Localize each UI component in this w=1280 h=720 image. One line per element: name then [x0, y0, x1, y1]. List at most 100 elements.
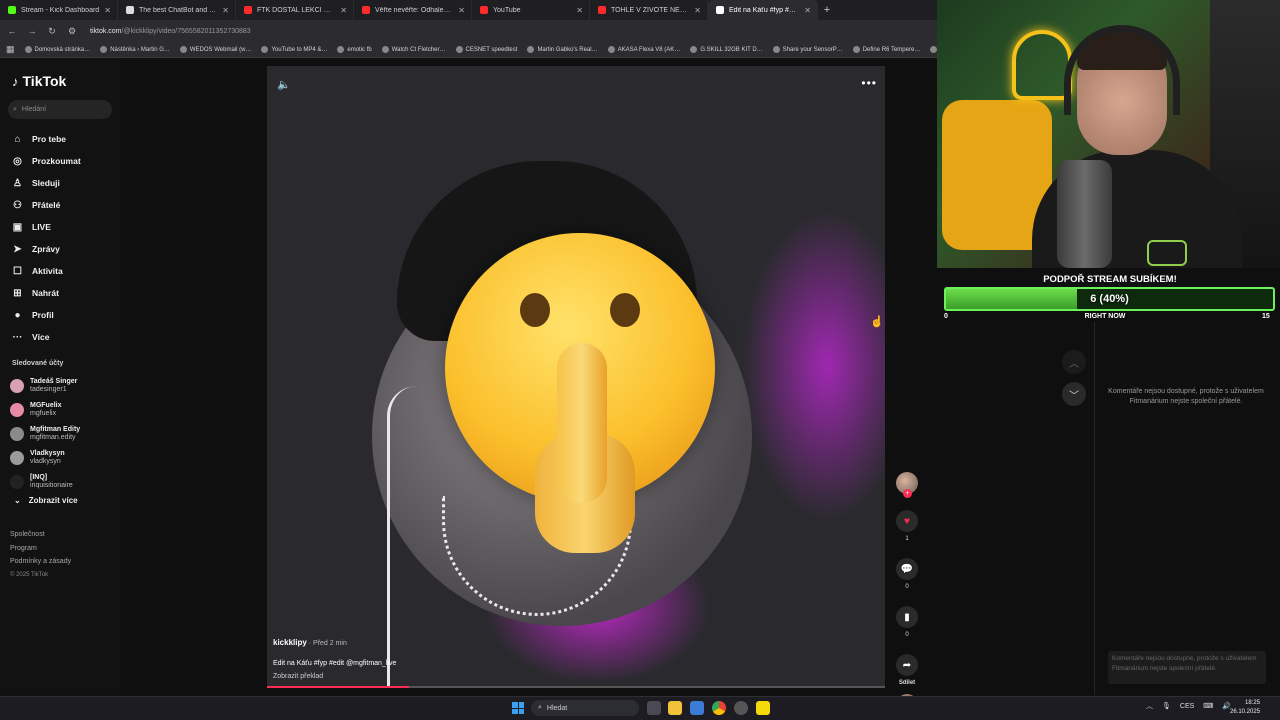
- chrome-icon[interactable]: [712, 701, 726, 715]
- more-options-icon[interactable]: •••: [861, 76, 877, 90]
- site-info-icon[interactable]: ⚙: [66, 26, 78, 37]
- bookmark-item[interactable]: Domovská stránka…: [24, 46, 90, 53]
- footer-link-company[interactable]: Společnost: [10, 528, 71, 542]
- followed-account[interactable]: Vladkysyn vladkysyn: [10, 446, 80, 470]
- taskbar-clock[interactable]: 18:25 26.10.2025: [1230, 699, 1260, 717]
- tab-favicon-icon: [362, 6, 370, 14]
- account-name: [INQ]: [30, 474, 48, 481]
- bookmark-item[interactable]: Define R6 Tempere…: [852, 46, 920, 53]
- webcam-neon-sign: [1012, 30, 1072, 100]
- browser-tab[interactable]: FTK DOSTAL LEKCI 😂 - YouTube ✕: [236, 0, 354, 20]
- activity-icon: ☐: [13, 265, 22, 277]
- bookmark-item[interactable]: G.SKILL 32GB KIT D…: [690, 46, 763, 53]
- emoji-finger: [557, 343, 607, 503]
- close-tab-icon[interactable]: ✕: [340, 6, 347, 15]
- browser-tab[interactable]: Věřte nevěřte: Odhalení největ… ✕: [354, 0, 472, 20]
- translate-link[interactable]: Zobrazit překlad: [273, 673, 396, 680]
- nav-item-activity[interactable]: ☐ Aktivita: [12, 260, 81, 282]
- tab-title: Edit na Káťu #fyp #edit @: [729, 6, 800, 14]
- search-input[interactable]: ⌕ Hledání: [8, 100, 112, 119]
- bookmark-item[interactable]: WEDOS Webmail (w…: [179, 46, 251, 53]
- show-more-accounts-button[interactable]: ⌄ Zobrazit více: [14, 496, 78, 505]
- followed-account[interactable]: Mgfitman Edity mgfitman.edity: [10, 422, 80, 446]
- close-tab-icon[interactable]: ✕: [222, 6, 229, 15]
- heart-icon[interactable]: ♥: [896, 510, 918, 532]
- nav-item-friends[interactable]: ⚇ Přátelé: [12, 194, 81, 216]
- bookmark-item[interactable]: Watch Ct Fletcher…: [381, 46, 446, 53]
- browser-tab[interactable]: TOHLE V ŽIVOTĚ NEČEKALI - Vi… ✕: [590, 0, 708, 20]
- bookmark-favicon-icon: [852, 46, 860, 53]
- tiktok-logo[interactable]: ♪ TikTok: [12, 73, 66, 89]
- nav-item-messages[interactable]: ➤ Zprávy: [12, 238, 81, 260]
- browser-tab[interactable]: YouTube ✕: [472, 0, 590, 20]
- next-video-button[interactable]: ﹀: [1062, 382, 1086, 406]
- bookmark-item[interactable]: YouTube to MP4 &…: [261, 46, 327, 53]
- bookmark-item[interactable]: emotic fb: [337, 46, 372, 53]
- action-rail: + ♥ 1 💬 0 ▮ 0 ➦ Sdílet: [894, 472, 920, 716]
- followed-account[interactable]: Tadeáš Singer tadesinger1: [10, 374, 80, 398]
- apps-grid-icon[interactable]: ▦: [6, 44, 15, 55]
- back-icon[interactable]: ←: [6, 26, 18, 36]
- nav-item-compass[interactable]: ◎ Prozkoumat: [12, 150, 81, 172]
- bookmark-item[interactable]: AKASA Flexa V8 (AK…: [607, 46, 680, 53]
- footer-link-program[interactable]: Program: [10, 542, 71, 556]
- nav-item-more[interactable]: ··· Více: [12, 326, 81, 348]
- language-indicator[interactable]: CES: [1180, 703, 1194, 710]
- volume-icon[interactable]: 🔈: [277, 78, 291, 91]
- bookmark-item[interactable]: Nástěnka ‹ Martin G…: [100, 46, 170, 53]
- bookmark-item[interactable]: Share your SensorP…: [772, 46, 843, 53]
- browser-tab[interactable]: Edit na Káťu #fyp #edit @ ✕: [708, 0, 818, 20]
- footer-link-terms[interactable]: Podmínky a zásady: [10, 555, 71, 569]
- task-view-icon[interactable]: [647, 701, 661, 715]
- followed-account[interactable]: MGFuelix mgfuelix: [10, 398, 80, 422]
- close-tab-icon[interactable]: ✕: [576, 6, 583, 15]
- network-icon[interactable]: ⌨: [1203, 702, 1213, 710]
- emoji-right-eye: [610, 293, 640, 327]
- close-tab-icon[interactable]: ✕: [104, 6, 111, 15]
- taskbar-search[interactable]: ⌕ Hledat: [531, 700, 639, 716]
- new-tab-icon[interactable]: +: [818, 4, 836, 16]
- close-tab-icon[interactable]: ✕: [458, 6, 465, 15]
- nav-item-upload[interactable]: ⊞ Nahrát: [12, 282, 81, 304]
- settings-icon[interactable]: [734, 701, 748, 715]
- bookmark-icon[interactable]: ▮: [896, 606, 918, 628]
- microphone-tray-icon[interactable]: 🎙: [1162, 702, 1171, 710]
- nav-item-home[interactable]: ⌂ Pro tebe: [12, 128, 81, 150]
- sub-goal-title: PODPOŘ STREAM SUBÍKEM!: [1043, 274, 1177, 285]
- comment-icon[interactable]: 💬: [896, 558, 918, 580]
- store-icon[interactable]: [690, 701, 704, 715]
- chevron-down-icon: ﹀: [1069, 390, 1079, 402]
- previous-video-button[interactable]: ︿: [1062, 350, 1086, 374]
- windows-start-icon[interactable]: [512, 702, 524, 714]
- file-explorer-icon[interactable]: [668, 701, 682, 715]
- bookmark-item[interactable]: CESNET speedtest: [455, 46, 517, 53]
- forward-icon[interactable]: →: [26, 26, 38, 36]
- compass-icon: ◎: [13, 155, 22, 167]
- url-field[interactable]: tiktok.com/@kickklipy/video/756558201135…: [86, 23, 937, 39]
- nav-item-live[interactable]: ▣ LIVE: [12, 216, 81, 238]
- reload-icon[interactable]: ↻: [46, 26, 58, 37]
- comment-input-disabled: Komentáře nejsou dostupné, protože s uži…: [1108, 651, 1266, 684]
- browser-tab[interactable]: Stream - Kick Dashboard ✕: [0, 0, 118, 20]
- creator-avatar[interactable]: +: [896, 472, 918, 498]
- share-icon[interactable]: ➦: [896, 654, 918, 676]
- sticky-notes-icon[interactable]: [756, 701, 770, 715]
- bookmark-item[interactable]: Crossa: [930, 46, 937, 53]
- nav-item-following[interactable]: ♙ Sleduji: [12, 172, 81, 194]
- follow-plus-icon[interactable]: +: [903, 489, 912, 498]
- tab-title: TOHLE V ŽIVOTĚ NEČEKALI - Vi…: [611, 6, 690, 14]
- browser-tab[interactable]: The best ChatBot and Widgets ✕: [118, 0, 236, 20]
- video-author[interactable]: kickklipy: [273, 638, 307, 647]
- close-tab-icon[interactable]: ✕: [694, 6, 701, 15]
- tab-title: The best ChatBot and Widgets: [139, 6, 217, 14]
- sub-goal-label: RIGHT NOW: [1084, 313, 1126, 320]
- nav-item-profile[interactable]: ● Profil: [12, 304, 81, 326]
- clock-date: 26.10.2025: [1230, 709, 1261, 715]
- nav-item-label: Více: [32, 332, 50, 342]
- followed-account[interactable]: [INQ] inquisitionaire: [10, 470, 80, 494]
- bookmark-item[interactable]: Martin Gabko's Real…: [527, 46, 598, 53]
- video-progress-bar[interactable]: [267, 686, 885, 688]
- close-tab-icon[interactable]: ✕: [804, 6, 811, 15]
- video-player[interactable]: 🔈 ••• kickklipy · Před 2 min Edit na Káť…: [267, 66, 885, 688]
- tray-chevron-icon[interactable]: ︿: [1146, 701, 1153, 711]
